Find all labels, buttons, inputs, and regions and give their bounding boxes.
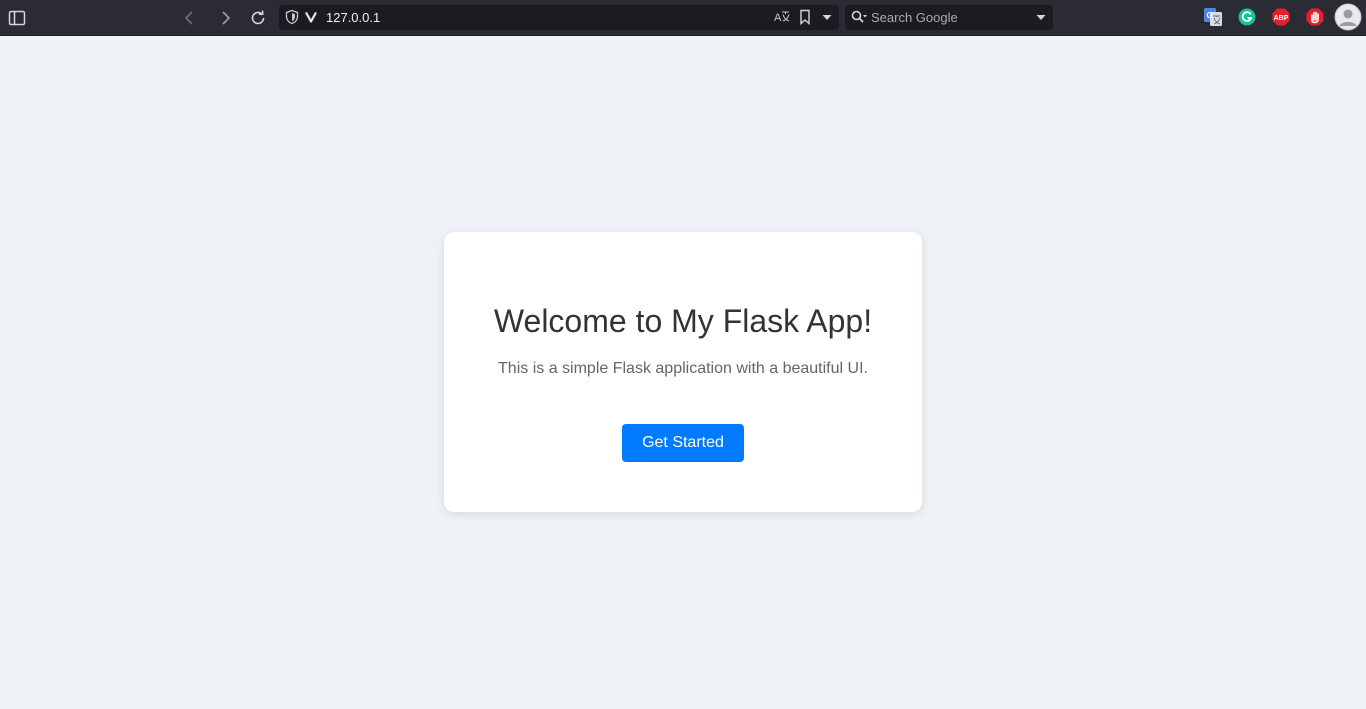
svg-text:G: G bbox=[1207, 11, 1213, 20]
page-title: Welcome to My Flask App! bbox=[493, 303, 873, 339]
search-icon bbox=[851, 10, 867, 23]
bookmark-icon[interactable] bbox=[798, 9, 812, 25]
vivaldi-icon[interactable] bbox=[303, 9, 319, 25]
reload-button[interactable] bbox=[244, 4, 272, 32]
welcome-card: Welcome to My Flask App! This is a simpl… bbox=[444, 232, 922, 512]
dropdown-icon[interactable] bbox=[820, 9, 834, 25]
back-button[interactable] bbox=[176, 4, 204, 32]
search-engine-dropdown-icon[interactable] bbox=[1034, 9, 1048, 25]
shield-icon[interactable] bbox=[284, 9, 300, 25]
abp-label: ABP bbox=[1274, 15, 1289, 22]
grammarly-icon[interactable] bbox=[1238, 8, 1256, 26]
chevron-right-icon bbox=[222, 11, 231, 25]
address-bar[interactable]: 127.0.0.1 A bbox=[279, 5, 839, 30]
reload-icon bbox=[251, 10, 265, 25]
avatar-icon[interactable] bbox=[1334, 3, 1362, 31]
search-bar[interactable] bbox=[845, 5, 1053, 30]
url-text[interactable]: 127.0.0.1 bbox=[326, 10, 380, 25]
chevron-left-icon bbox=[184, 11, 193, 25]
stop-hand-icon[interactable] bbox=[1306, 8, 1324, 26]
abp-icon[interactable]: ABP bbox=[1272, 8, 1290, 26]
google-translate-icon[interactable]: G bbox=[1204, 8, 1222, 26]
sidebar-toggle-icon bbox=[8, 10, 26, 26]
translate-icon[interactable]: A bbox=[773, 9, 791, 25]
get-started-button[interactable]: Get Started bbox=[622, 424, 744, 462]
browser-toolbar: 127.0.0.1 A G ABP bbox=[0, 0, 1366, 36]
page-description: This is a simple Flask application with … bbox=[498, 360, 868, 377]
sidebar-toggle-button[interactable] bbox=[3, 4, 31, 32]
search-input[interactable] bbox=[871, 5, 1021, 30]
svg-text:A: A bbox=[774, 12, 782, 24]
forward-button[interactable] bbox=[211, 4, 239, 32]
